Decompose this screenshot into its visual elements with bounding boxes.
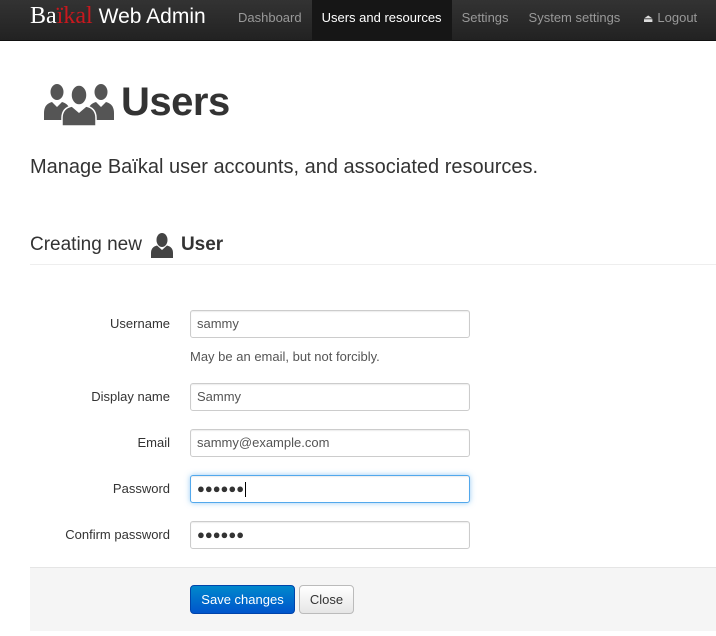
logout-link[interactable]: ⏏ Logout — [643, 0, 697, 41]
username-help: May be an email, but not forcibly. — [190, 349, 380, 364]
password-label: Password — [112, 481, 170, 496]
logout-label: Logout — [657, 10, 698, 25]
confirm-password-row: Confirm password ●●●●●● — [0, 521, 716, 549]
section-header: Creating new User — [30, 232, 223, 258]
password-input[interactable]: ●●●●●● — [190, 475, 470, 503]
nav-item-users[interactable]: Users and resources — [311, 0, 452, 41]
user-icon — [150, 233, 173, 258]
brand-logo[interactable]: Ba ïkal Web Admin — [30, 3, 206, 39]
brand-part-2: ïkal — [56, 3, 93, 29]
close-button[interactable]: Close — [299, 585, 354, 614]
section-bold: User — [180, 234, 224, 255]
nav-item-system-settings[interactable]: System settings — [519, 0, 631, 41]
nav-item-dashboard[interactable]: Dashboard — [228, 0, 312, 41]
text-caret — [245, 482, 247, 498]
displayname-row: Display name Sammy — [0, 383, 716, 411]
username-label: Username — [110, 316, 170, 331]
email-label: Email — [137, 435, 170, 450]
displayname-label: Display name — [91, 389, 170, 404]
displayname-input[interactable]: Sammy — [190, 383, 470, 411]
nav-item-settings[interactable]: Settings — [452, 0, 519, 41]
section-divider — [30, 264, 716, 265]
confirm-password-input[interactable]: ●●●●●● — [190, 521, 470, 549]
password-row: Password ●●●●●● — [0, 475, 716, 503]
section-prefix: Creating new — [30, 234, 142, 255]
users-group-icon — [44, 84, 114, 126]
save-button[interactable]: Save changes — [190, 585, 295, 614]
form-actions — [30, 567, 716, 631]
eject-icon: ⏏ — [643, 13, 654, 25]
page-title: Users — [121, 80, 230, 124]
email-row: Email sammy@example.com — [0, 429, 716, 457]
page-lead: Manage Baïkal user accounts, and associa… — [30, 156, 539, 178]
navbar: Ba ïkal Web Admin Dashboard Users and reso… — [0, 0, 716, 41]
username-row: Username sammy — [0, 310, 716, 338]
username-input[interactable]: sammy — [190, 310, 470, 338]
confirm-password-label: Confirm password — [65, 527, 170, 542]
password-value: ●●●●●● — [197, 481, 245, 496]
email-input[interactable]: sammy@example.com — [190, 429, 470, 457]
brand-part-1: Ba — [30, 3, 57, 29]
confirm-password-value: ●●●●●● — [197, 527, 245, 542]
brand-part-3: Web Admin — [98, 5, 206, 28]
nav-menu: Dashboard Users and resources Settings S… — [228, 0, 630, 41]
